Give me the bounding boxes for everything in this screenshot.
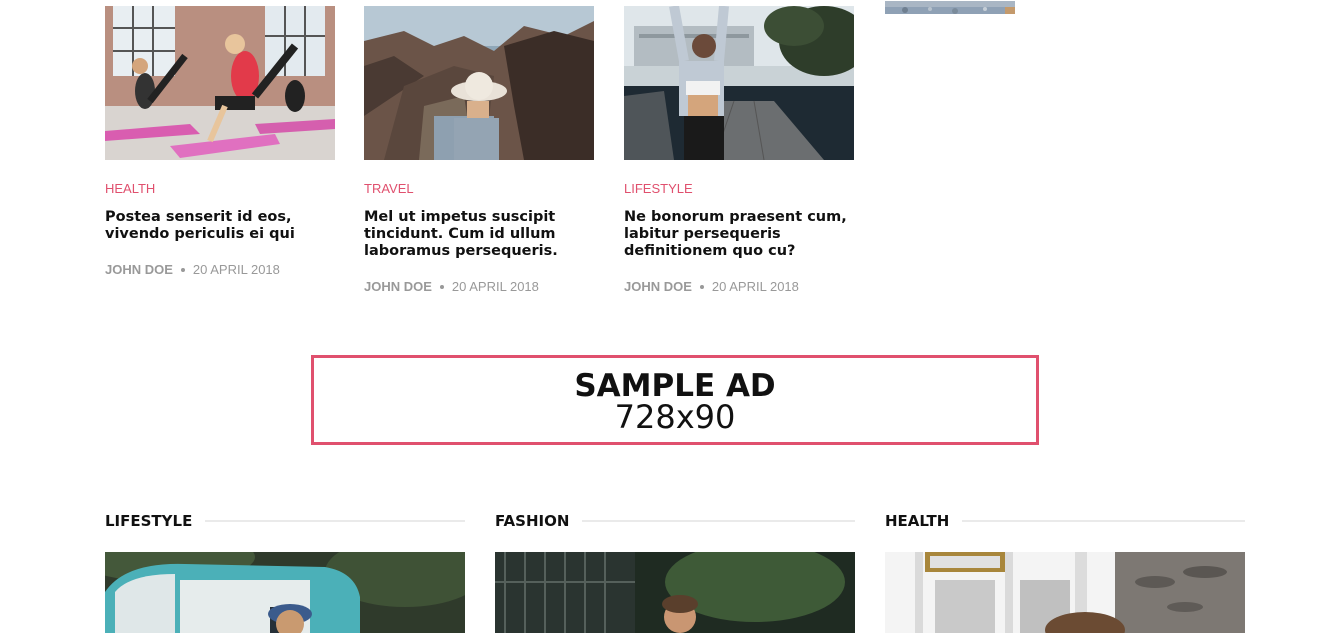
ad-size: 728x90	[614, 398, 736, 436]
section-image-dog[interactable]	[885, 552, 1245, 633]
article-meta: JOHN DOE 20 APRIL 2018	[624, 279, 854, 294]
section-title[interactable]: FASHION	[495, 512, 569, 530]
separator-dot	[699, 284, 704, 289]
article-date: 20 APRIL 2018	[192, 262, 280, 277]
article-meta: JOHN DOE 20 APRIL 2018	[105, 262, 335, 277]
section-lifestyle: LIFESTYLE	[105, 510, 465, 633]
section-divider	[962, 520, 1245, 522]
article-author[interactable]: JOHN DOE	[364, 279, 432, 294]
article-card-3: LIFESTYLE Ne bonorum praesent cum, labit…	[624, 6, 854, 294]
article-card-1: HEALTH Postea senserit id eos, vivendo p…	[105, 6, 335, 277]
ad-banner[interactable]: SAMPLE AD 728x90	[311, 355, 1039, 445]
section-fashion: FASHION	[495, 510, 855, 633]
article-title[interactable]: Postea senserit id eos, vivendo periculi…	[105, 209, 335, 243]
section-divider	[205, 520, 465, 522]
article-date: 20 APRIL 2018	[451, 279, 539, 294]
section-header: HEALTH	[885, 510, 1245, 532]
article-category[interactable]: HEALTH	[105, 181, 335, 196]
article-title[interactable]: Ne bonorum praesent cum, labitur persequ…	[624, 209, 854, 260]
article-meta: JOHN DOE 20 APRIL 2018	[364, 279, 594, 294]
article-image-fitness[interactable]	[105, 6, 335, 160]
article-category[interactable]: LIFESTYLE	[624, 181, 854, 196]
section-header: FASHION	[495, 510, 855, 532]
article-image-canyon[interactable]	[364, 6, 594, 160]
section-image-street[interactable]	[495, 552, 855, 633]
article-category[interactable]: TRAVEL	[364, 181, 594, 196]
partial-article-image[interactable]	[885, 0, 1015, 14]
section-health: HEALTH	[885, 510, 1245, 633]
section-image-truck[interactable]	[105, 552, 465, 633]
article-title[interactable]: Mel ut impetus suscipit tincidunt. Cum i…	[364, 209, 594, 260]
article-author[interactable]: JOHN DOE	[624, 279, 692, 294]
separator-dot	[439, 284, 444, 289]
section-header: LIFESTYLE	[105, 510, 465, 532]
article-card-2: TRAVEL Mel ut impetus suscipit tincidunt…	[364, 6, 594, 294]
section-title[interactable]: HEALTH	[885, 512, 949, 530]
section-title[interactable]: LIFESTYLE	[105, 512, 192, 530]
section-divider	[582, 520, 855, 522]
separator-dot	[180, 267, 185, 272]
article-image-pier[interactable]	[624, 6, 854, 160]
article-date: 20 APRIL 2018	[711, 279, 799, 294]
article-author[interactable]: JOHN DOE	[105, 262, 173, 277]
